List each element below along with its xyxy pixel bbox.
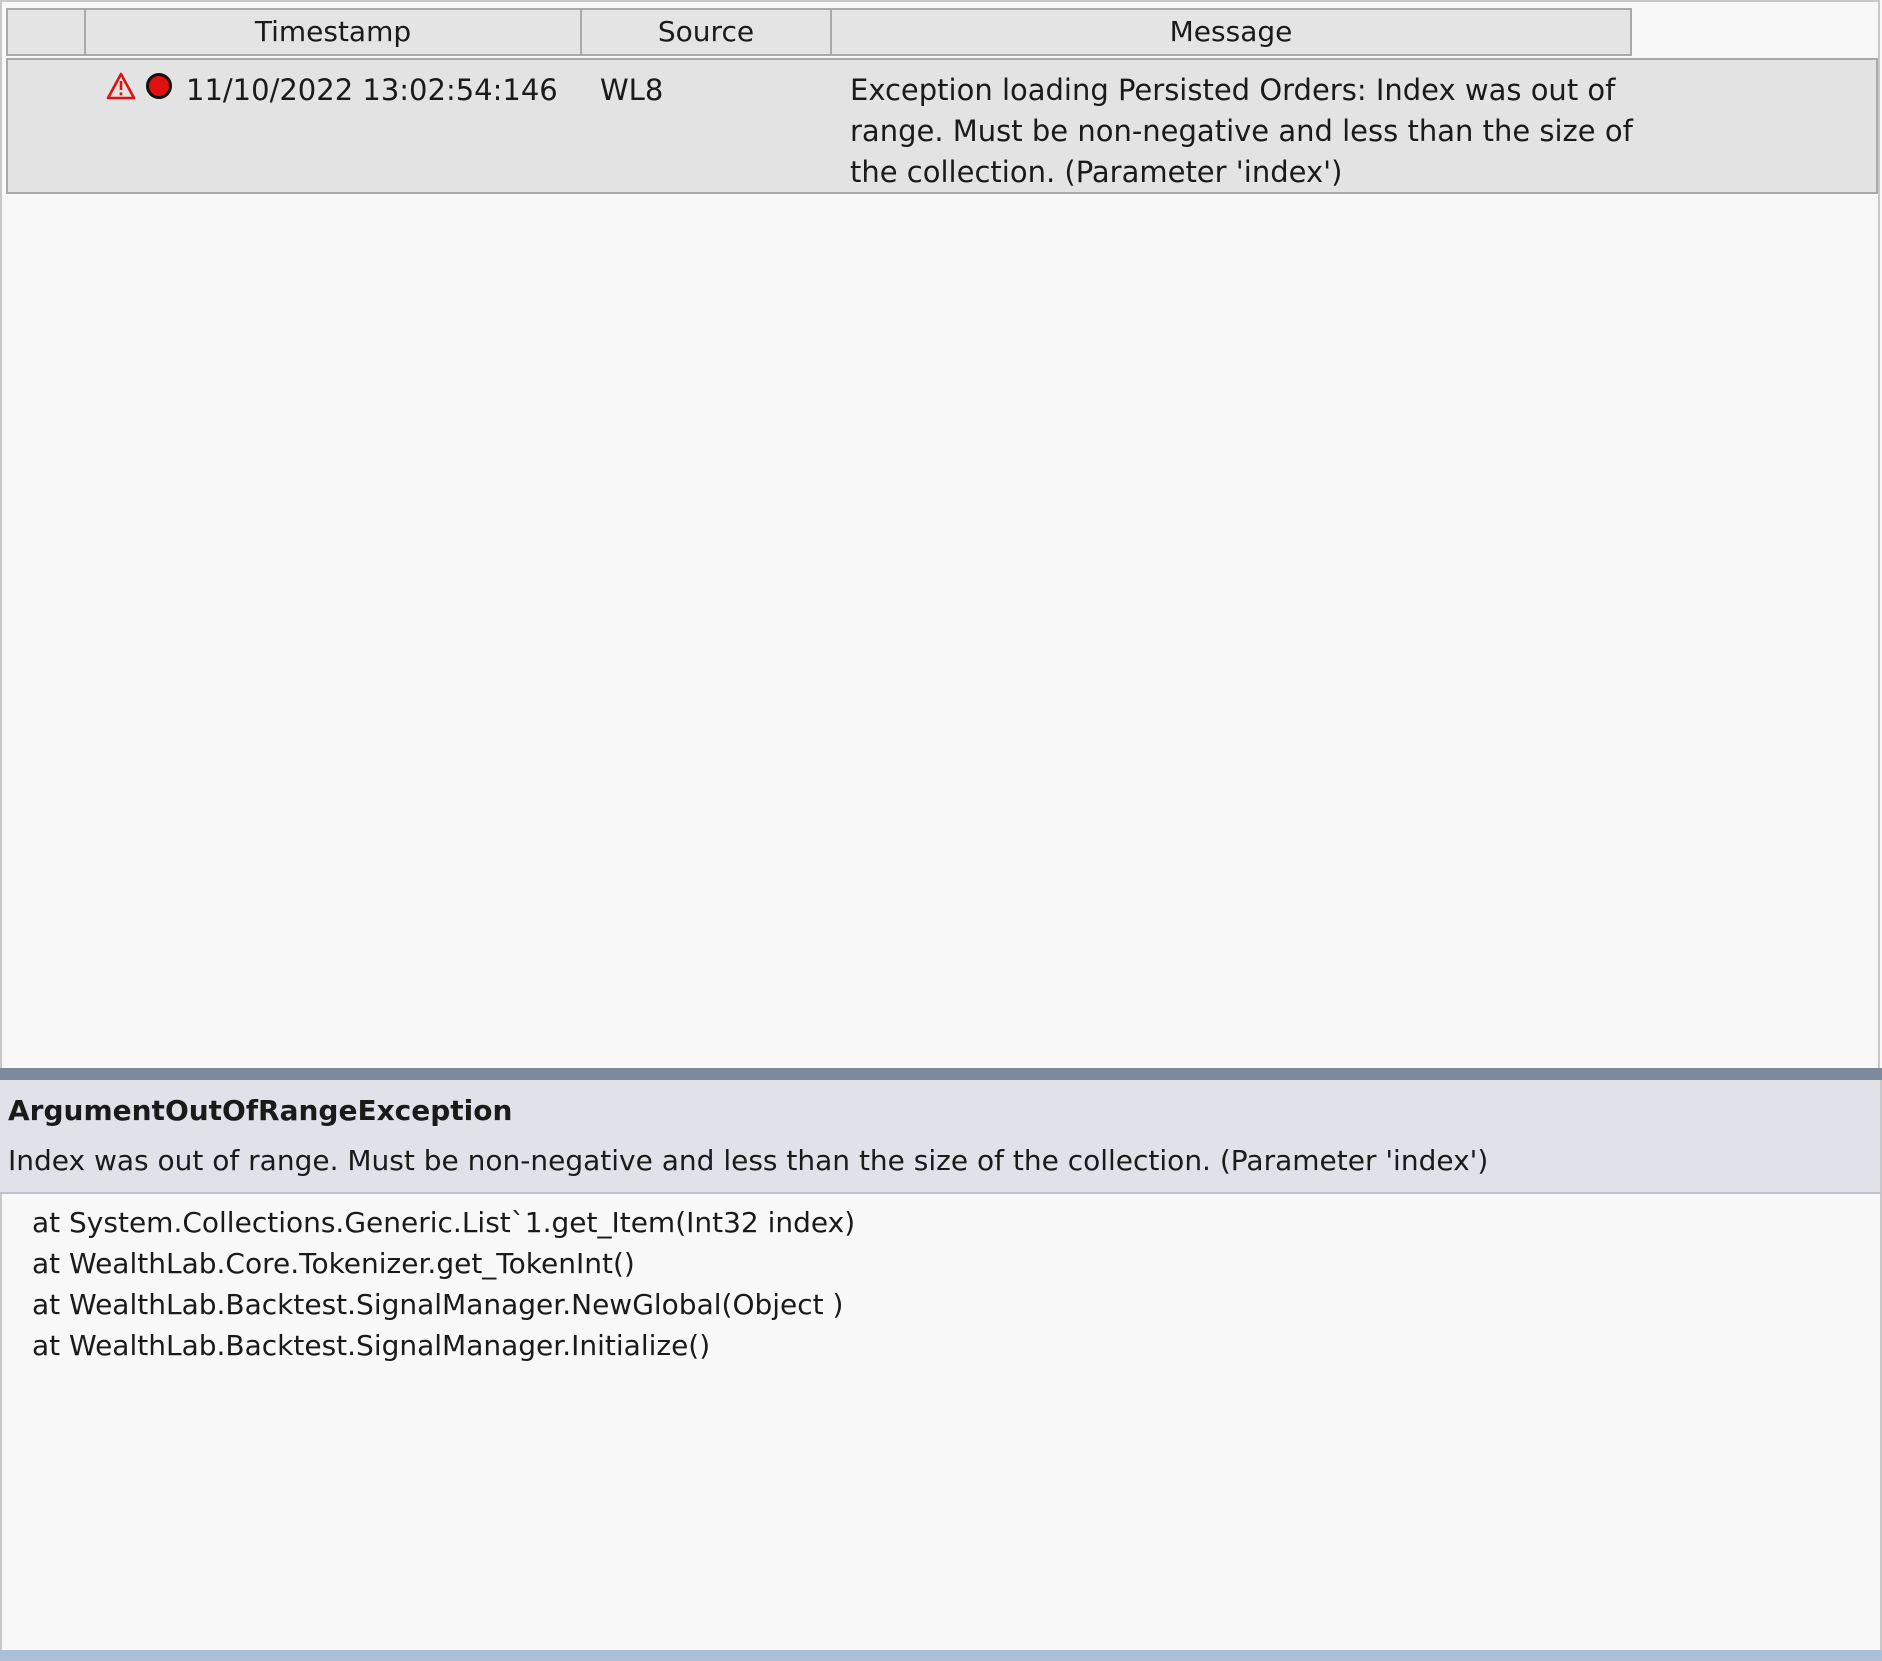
pane-splitter[interactable] bbox=[0, 1068, 1882, 1080]
row-status-icons bbox=[106, 72, 172, 100]
grid-header-row: Timestamp Source Message bbox=[6, 8, 1632, 56]
row-message: Exception loading Persisted Orders: Inde… bbox=[850, 73, 1633, 189]
red-dot-icon bbox=[146, 73, 172, 99]
column-header-icon[interactable] bbox=[6, 8, 86, 56]
exception-message: Index was out of range. Must be non-nega… bbox=[8, 1144, 1489, 1177]
exception-detail-header: ArgumentOutOfRangeException Index was ou… bbox=[0, 1080, 1882, 1194]
column-header-message[interactable]: Message bbox=[832, 8, 1632, 56]
row-source: WL8 bbox=[600, 73, 664, 107]
stack-trace-line: at WealthLab.Backtest.SignalManager.Init… bbox=[32, 1329, 711, 1362]
column-header-source[interactable]: Source bbox=[582, 8, 832, 56]
stack-trace-line: at System.Collections.Generic.List`1.get… bbox=[32, 1206, 856, 1239]
warning-triangle-icon bbox=[106, 72, 136, 100]
log-row[interactable]: 11/10/2022 13:02:54:146 WL8 Exception lo… bbox=[6, 58, 1878, 194]
log-grid[interactable]: Timestamp Source Message 11/10/2022 13:0… bbox=[0, 0, 1880, 1068]
column-header-timestamp[interactable]: Timestamp bbox=[86, 8, 582, 56]
stack-trace-panel[interactable]: at System.Collections.Generic.List`1.get… bbox=[0, 1194, 1882, 1650]
stack-trace-line: at WealthLab.Backtest.SignalManager.NewG… bbox=[32, 1288, 844, 1321]
stack-trace-line: at WealthLab.Core.Tokenizer.get_TokenInt… bbox=[32, 1247, 635, 1280]
bottom-border-bar bbox=[0, 1650, 1882, 1661]
exception-type: ArgumentOutOfRangeException bbox=[8, 1094, 513, 1127]
log-viewer-window: Timestamp Source Message 11/10/2022 13:0… bbox=[0, 0, 1882, 1661]
row-timestamp: 11/10/2022 13:02:54:146 bbox=[186, 73, 558, 107]
